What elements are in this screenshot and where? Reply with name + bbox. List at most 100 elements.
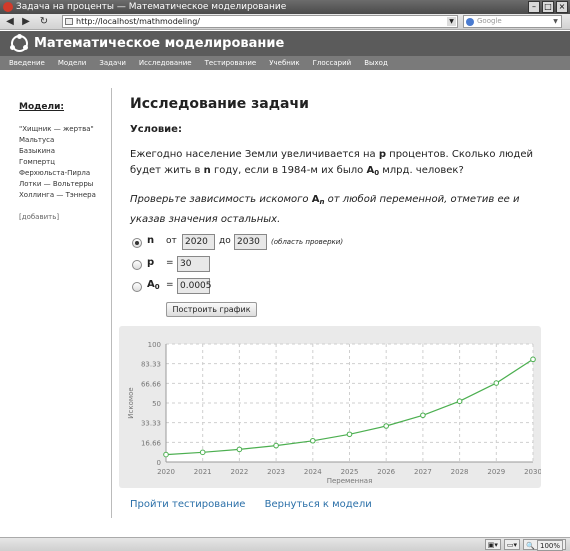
- build-chart-button[interactable]: Построить график: [166, 302, 257, 317]
- x-tick-label: 2024: [304, 468, 322, 476]
- view-icon[interactable]: ▭▾: [503, 539, 521, 550]
- x-tick-label: 2023: [267, 468, 285, 476]
- address-bar[interactable]: http://localhost/mathmodeling/ ▼: [62, 15, 458, 28]
- back-icon[interactable]: ◀: [3, 15, 17, 29]
- sidebar-title: Модели:: [19, 102, 65, 112]
- y-tick-label: 50: [152, 400, 161, 408]
- site-logo-icon: [10, 34, 28, 52]
- y-tick-label: 16.66: [141, 439, 162, 447]
- sidebar-item[interactable]: Холлинга — Тэннера: [19, 190, 109, 201]
- data-point: [493, 380, 500, 386]
- equals-sign: =: [166, 258, 174, 268]
- y-tick-label: 33.33: [141, 420, 161, 428]
- radio-n[interactable]: [132, 238, 142, 248]
- data-point: [383, 423, 390, 429]
- popup-icon[interactable]: ▣▾: [484, 539, 501, 550]
- param-row-p: p = 30: [130, 255, 550, 277]
- menu-item[interactable]: Учебник: [269, 56, 299, 70]
- chart-panel: 0 16.66 33.33 50 66.66 83.33 100 2020 2021 2022 20…: [119, 326, 542, 488]
- x-tick-label: 2025: [341, 468, 359, 476]
- search-placeholder: Google: [477, 17, 502, 25]
- site-header: Математическое моделирование: [0, 31, 570, 56]
- sidebar-item[interactable]: Ферхюльста-Пирла: [19, 168, 109, 179]
- sidebar-item[interactable]: Базыкина: [19, 146, 109, 157]
- window-title: Задача на проценты — Математическое моде…: [16, 2, 287, 12]
- sidebar-item[interactable]: Гомпертц: [19, 157, 109, 168]
- main-menu: Введение Модели Задачи Исследование Тестиров…: [0, 56, 570, 70]
- y-axis-label: Искомое: [127, 387, 135, 418]
- search-bar[interactable]: Google ▼: [463, 15, 562, 28]
- data-point: [346, 431, 353, 438]
- browser-toolbar: ◀ ▶ ↻ http://localhost/mathmodeling/ ▼ G…: [0, 14, 570, 30]
- sidebar-item[interactable]: Мальтуса: [19, 135, 109, 146]
- x-tick-label: 2028: [451, 468, 469, 476]
- x-axis-label: Переменная: [327, 477, 373, 485]
- n-to-input[interactable]: 2030: [234, 234, 267, 250]
- from-label: от: [166, 236, 177, 246]
- forward-icon[interactable]: ▶: [19, 15, 33, 29]
- to-label: до: [219, 236, 231, 246]
- status-bar: ▣▾ ▭▾ 🔍 100%: [0, 537, 570, 551]
- take-test-link[interactable]: Пройти тестирование: [130, 499, 245, 510]
- x-tick-label: 2021: [194, 468, 212, 476]
- y-tick-label: 83.33: [141, 361, 161, 369]
- data-point: [456, 398, 463, 405]
- menu-item[interactable]: Введение: [9, 56, 45, 70]
- sidebar-list: "Хищник — жертва" Мальтуса Базыкина Гомперт…: [19, 124, 109, 201]
- param-p-label: p: [147, 257, 155, 268]
- param-a0-label: A0: [147, 279, 160, 291]
- equals-sign: =: [166, 280, 174, 290]
- data-point: [310, 437, 316, 444]
- param-row-a0: A0 = 0.0005: [130, 277, 550, 299]
- radio-p[interactable]: [132, 260, 142, 270]
- x-tick-label: 2026: [377, 468, 395, 476]
- menu-item[interactable]: Задачи: [99, 56, 126, 70]
- reload-icon[interactable]: ↻: [37, 15, 51, 29]
- maximize-button[interactable]: □: [542, 1, 554, 13]
- line-chart: 0 16.66 33.33 50 66.66 83.33 100 2020 2021 2022 20…: [127, 341, 542, 485]
- minimize-button[interactable]: –: [528, 1, 540, 13]
- browser-app-icon: [3, 2, 13, 12]
- menu-item[interactable]: Выход: [364, 56, 388, 70]
- x-tick-label: 2022: [230, 468, 248, 476]
- page-icon: [65, 18, 73, 25]
- data-point: [163, 451, 169, 458]
- x-tick-label: 2029: [487, 468, 505, 476]
- menu-item[interactable]: Тестирование: [205, 56, 257, 70]
- menu-item[interactable]: Глоссарий: [313, 56, 352, 70]
- add-model-link[interactable]: [добавить]: [19, 213, 109, 221]
- zoom-control[interactable]: 🔍 100%: [523, 539, 566, 551]
- param-n-label: n: [147, 235, 155, 246]
- menu-item[interactable]: Исследование: [139, 56, 192, 70]
- search-engine-icon[interactable]: [466, 18, 474, 26]
- back-to-model-link[interactable]: Вернуться к модели: [265, 499, 372, 510]
- menu-item[interactable]: Модели: [58, 56, 87, 70]
- data-point: [420, 412, 426, 419]
- y-tick-label: 0: [157, 459, 161, 467]
- close-button[interactable]: ×: [556, 1, 568, 13]
- radio-a0[interactable]: [132, 282, 142, 292]
- bottom-links: Пройти тестирование Вернуться к модели: [130, 499, 372, 510]
- data-point: [530, 356, 536, 363]
- divider: [111, 88, 112, 518]
- param-row-n: n от 2020 до 2030 (область проверки): [130, 233, 550, 255]
- x-tick-label: 2020: [157, 468, 175, 476]
- sidebar: Модели: "Хищник — жертва" Мальтуса Базыкин…: [19, 102, 109, 221]
- search-icon[interactable]: ▼: [551, 17, 560, 26]
- url-text: http://localhost/mathmodeling/: [76, 17, 200, 26]
- page-title: Исследование задачи: [130, 96, 309, 112]
- x-tick-label: 2027: [414, 468, 432, 476]
- y-tick-label: 66.66: [141, 380, 162, 388]
- n-from-input[interactable]: 2020: [182, 234, 215, 250]
- site-title: Математическое моделирование: [34, 36, 285, 51]
- condition-label: Условие:: [130, 124, 182, 135]
- chevron-down-icon[interactable]: ▼: [447, 17, 456, 26]
- p-input[interactable]: 30: [177, 256, 210, 272]
- data-point: [236, 446, 243, 453]
- a0-input[interactable]: 0.0005: [177, 278, 212, 294]
- problem-text: Ежегодно население Земли увеличивается н…: [130, 149, 533, 177]
- data-point: [273, 442, 279, 449]
- sidebar-item[interactable]: Лотки — Вольтерры: [19, 179, 109, 190]
- sidebar-item[interactable]: "Хищник — жертва": [19, 124, 109, 135]
- y-tick-label: 100: [148, 341, 161, 349]
